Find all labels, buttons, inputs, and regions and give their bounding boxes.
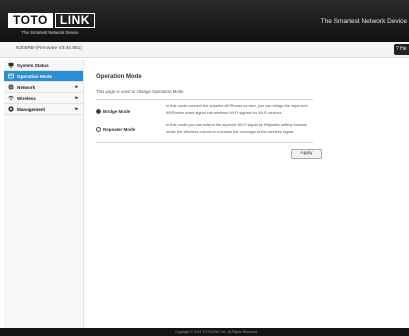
repeater-mode-row: Repeater Mode In this mode,you can exten… xyxy=(96,122,313,142)
bridge-mode-option[interactable]: Bridge Mode xyxy=(96,109,130,114)
apply-button[interactable]: Apply xyxy=(291,149,322,159)
bridge-mode-description: In this mode,connect the superior AP/Rou… xyxy=(166,103,308,115)
main-content: Operation Mode This page is used to chan… xyxy=(84,60,409,328)
expand-arrow-icon: ▸ xyxy=(75,95,78,101)
page-description: This page is used to change Operation Mo… xyxy=(96,89,184,94)
gear-icon xyxy=(8,73,14,79)
sidebar-item-label: Management xyxy=(17,106,46,112)
repeater-mode-description: In this mode,you can extend the superior… xyxy=(166,122,308,134)
totolink-logo[interactable]: TOTO LINK The Smartest Network Device xyxy=(8,13,95,37)
sidebar-item-network[interactable]: Network ▸ xyxy=(4,82,83,93)
globe-icon xyxy=(8,84,14,90)
header: TOTO LINK The Smartest Network Device Th… xyxy=(0,0,409,42)
wifi-icon xyxy=(8,95,14,101)
settings-icon xyxy=(8,106,14,112)
firmware-version: N300RB-(Firmware V3.4s.851) xyxy=(16,46,82,51)
footer: Copyright © 2014 TOTOLINK Ltd., All Righ… xyxy=(0,328,409,336)
sidebar-nav: System Status Operation Mode Network ▸ W… xyxy=(4,60,84,328)
help-button[interactable]: ? He xyxy=(394,44,409,55)
repeater-mode-option[interactable]: Repeater Mode xyxy=(96,127,135,132)
sidebar-item-label: Network xyxy=(17,84,36,90)
info-bar: N300RB-(Firmware V3.4s.851) ? He xyxy=(0,42,409,58)
divider xyxy=(96,99,313,100)
sidebar-item-label: Operation Mode xyxy=(17,73,52,79)
expand-arrow-icon: ▸ xyxy=(75,84,78,90)
monitor-icon xyxy=(8,62,14,68)
sidebar-item-management[interactable]: Management ▸ xyxy=(4,104,83,115)
logo-toto-text: TOTO xyxy=(8,13,53,28)
sidebar-item-wireless[interactable]: Wireless ▸ xyxy=(4,93,83,104)
expand-arrow-icon: ▸ xyxy=(75,106,78,112)
sidebar-item-label: Wireless xyxy=(17,95,36,101)
help-label: He xyxy=(400,46,407,52)
logo-link-text: LINK xyxy=(54,13,95,28)
sidebar-item-operation-mode[interactable]: Operation Mode xyxy=(4,71,83,82)
logo-tagline: The Smartest Network Device xyxy=(21,30,79,35)
repeater-mode-label: Repeater Mode xyxy=(103,127,136,132)
copyright-text: Copyright © 2014 TOTOLINK Ltd., All Righ… xyxy=(175,329,258,334)
sidebar-item-label: System Status xyxy=(17,62,49,68)
help-icon: ? xyxy=(396,46,399,52)
divider xyxy=(96,142,313,143)
page-title: Operation Mode xyxy=(96,74,142,80)
sidebar-item-system-status[interactable]: System Status xyxy=(4,60,83,71)
bridge-mode-radio[interactable] xyxy=(96,109,101,114)
repeater-mode-radio[interactable] xyxy=(96,127,101,132)
bridge-mode-label: Bridge Mode xyxy=(103,109,131,114)
header-slogan: The Smartest Network Device xyxy=(320,18,407,25)
